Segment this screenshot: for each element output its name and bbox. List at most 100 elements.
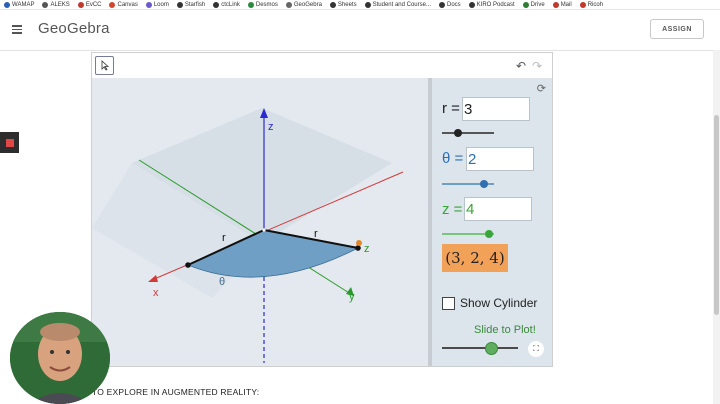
z-axis-label: z [268,121,274,133]
r-input[interactable]: 3 [462,97,530,121]
plot-slider-knob[interactable] [484,342,498,355]
theta-label: θ [219,276,225,288]
bookmark-favicon-icon [522,1,529,8]
page-scrollbar[interactable] [713,50,720,404]
move-tool-button[interactable] [95,56,114,75]
bookmark-favicon-icon [247,1,254,8]
bookmarks-bar: WAMAP ALEKS EvCC Canvas Loom Starfish ctcLink D… [0,0,720,10]
ar-instructions-text: TO EXPLORE IN AUGMENTED REALITY: [92,387,260,397]
redo-icon[interactable]: ↷ [532,59,542,73]
fullscreen-icon[interactable]: ⛶ [528,341,544,357]
bookmark-label: Desmos [255,1,278,8]
theta-slider[interactable] [442,180,494,188]
bookmark-item[interactable]: Canvas [105,1,141,8]
bookmark-label: Loom [153,1,169,8]
scrollbar-thumb[interactable] [714,115,719,315]
algebra-panel: ⟳ r = 3 θ = 2 z = 4 (3, 2, 4) Show Cylin… [432,78,552,366]
point-result-box: (3, 2, 4) [442,244,508,272]
theta-input[interactable]: 2 [466,147,534,171]
z-slider-knob[interactable] [484,230,493,238]
cursor-arrow-icon [101,60,109,71]
bookmark-favicon-icon [579,1,586,8]
r-label-1: r [222,232,226,244]
bookmark-favicon-icon [213,1,220,8]
bookmark-item[interactable]: Docs [435,1,465,8]
refresh-icon[interactable]: ⟳ [537,82,546,95]
hamburger-menu-icon[interactable] [12,25,22,34]
x-axis-arrow [148,275,158,282]
r-label: r = [442,100,460,117]
bookmark-favicon-icon [145,1,152,8]
bookmark-favicon-icon [77,1,84,8]
bookmark-favicon-icon [176,1,183,8]
assign-button[interactable]: ASSIGN [650,19,704,39]
bookmark-favicon-icon [468,1,475,8]
webcam-avatar [10,312,110,404]
bookmark-label: ctcLink [221,1,240,8]
bookmark-item[interactable]: Loom [142,1,173,8]
bookmark-favicon-icon [438,1,445,8]
bookmark-item[interactable]: Drive [519,1,549,8]
sector-point-1 [185,262,191,268]
origin-point [262,228,266,232]
undo-icon[interactable]: ↶ [516,59,526,73]
3d-scene: z x y r r θ z [92,108,404,363]
sector-point-2 [355,245,361,251]
bookmark-label: Mail [560,1,572,8]
applet-toolbar: ↶ ↷ [92,53,552,78]
plot-slider[interactable] [442,342,518,355]
bookmark-item[interactable]: ctcLink [209,1,244,8]
bookmark-label: EvCC [85,1,102,8]
bookmark-label: GeoGebra [293,1,322,8]
bookmark-favicon-icon [4,1,10,8]
bookmark-label: Starfish [184,1,206,8]
bookmark-favicon-icon [109,1,116,8]
x-axis-label: x [153,287,159,299]
recording-stop-icon[interactable] [0,132,19,153]
show-cylinder-checkbox[interactable] [442,296,455,310]
bookmark-favicon-icon [285,1,292,8]
theta-slider-knob[interactable] [479,180,488,188]
bookmark-favicon-icon [329,1,336,8]
bookmark-item[interactable]: Ricoh [576,1,607,8]
bookmark-item[interactable]: WAMAP [0,1,38,8]
show-cylinder-row[interactable]: Show Cylinder [442,296,537,310]
bookmark-item[interactable]: KIRO Podcast [465,1,519,8]
geogebra-applet: ↶ ↷ z x y r r θ z ⟳ r = 3 θ = 2 z = 4 (3… [91,52,553,367]
bookmark-label: ALEKS [50,1,70,8]
r-slider-knob[interactable] [453,129,462,137]
bookmark-favicon-icon [552,1,559,8]
presenter-face-image [10,312,110,404]
graphics-3d-view[interactable]: z x y r r θ z [92,78,428,366]
geogebra-logo[interactable]: GeoGebra [38,20,110,37]
bookmark-item[interactable]: Starfish [173,1,209,8]
bookmark-label: Docs [446,1,461,8]
bookmark-label: Ricoh [587,1,604,8]
bookmark-item[interactable]: Desmos [244,1,282,8]
bookmark-item[interactable]: Mail [549,1,576,8]
bookmark-item[interactable]: EvCC [74,1,106,8]
bookmark-favicon-icon [42,1,49,8]
bookmark-label: Drive [530,1,545,8]
bookmark-favicon-icon [364,1,371,8]
z-input[interactable]: 4 [464,197,532,221]
bookmark-item[interactable]: Student and Course... [361,1,435,8]
z-label: z = [442,201,463,218]
bookmark-label: Sheets [337,1,357,8]
r-label-2: r [314,228,318,240]
theta-label-field: θ = [442,150,464,167]
bookmark-label: Student and Course... [372,1,431,8]
bookmark-item[interactable]: GeoGebra [282,1,326,8]
bookmark-item[interactable]: ALEKS [38,1,73,8]
show-cylinder-label: Show Cylinder [460,296,538,310]
y-axis-label: y [349,291,355,303]
bookmark-label: WAMAP [12,1,35,8]
point-z-label: z [364,243,370,255]
point-z-marker [356,240,362,246]
z-slider[interactable] [442,230,494,238]
app-header: GeoGebra ASSIGN [0,10,720,51]
bookmark-label: Canvas [117,1,138,8]
bookmark-item[interactable]: Sheets [326,1,361,8]
r-slider[interactable] [442,129,494,137]
slide-to-plot-label: Slide to Plot! [474,324,536,336]
